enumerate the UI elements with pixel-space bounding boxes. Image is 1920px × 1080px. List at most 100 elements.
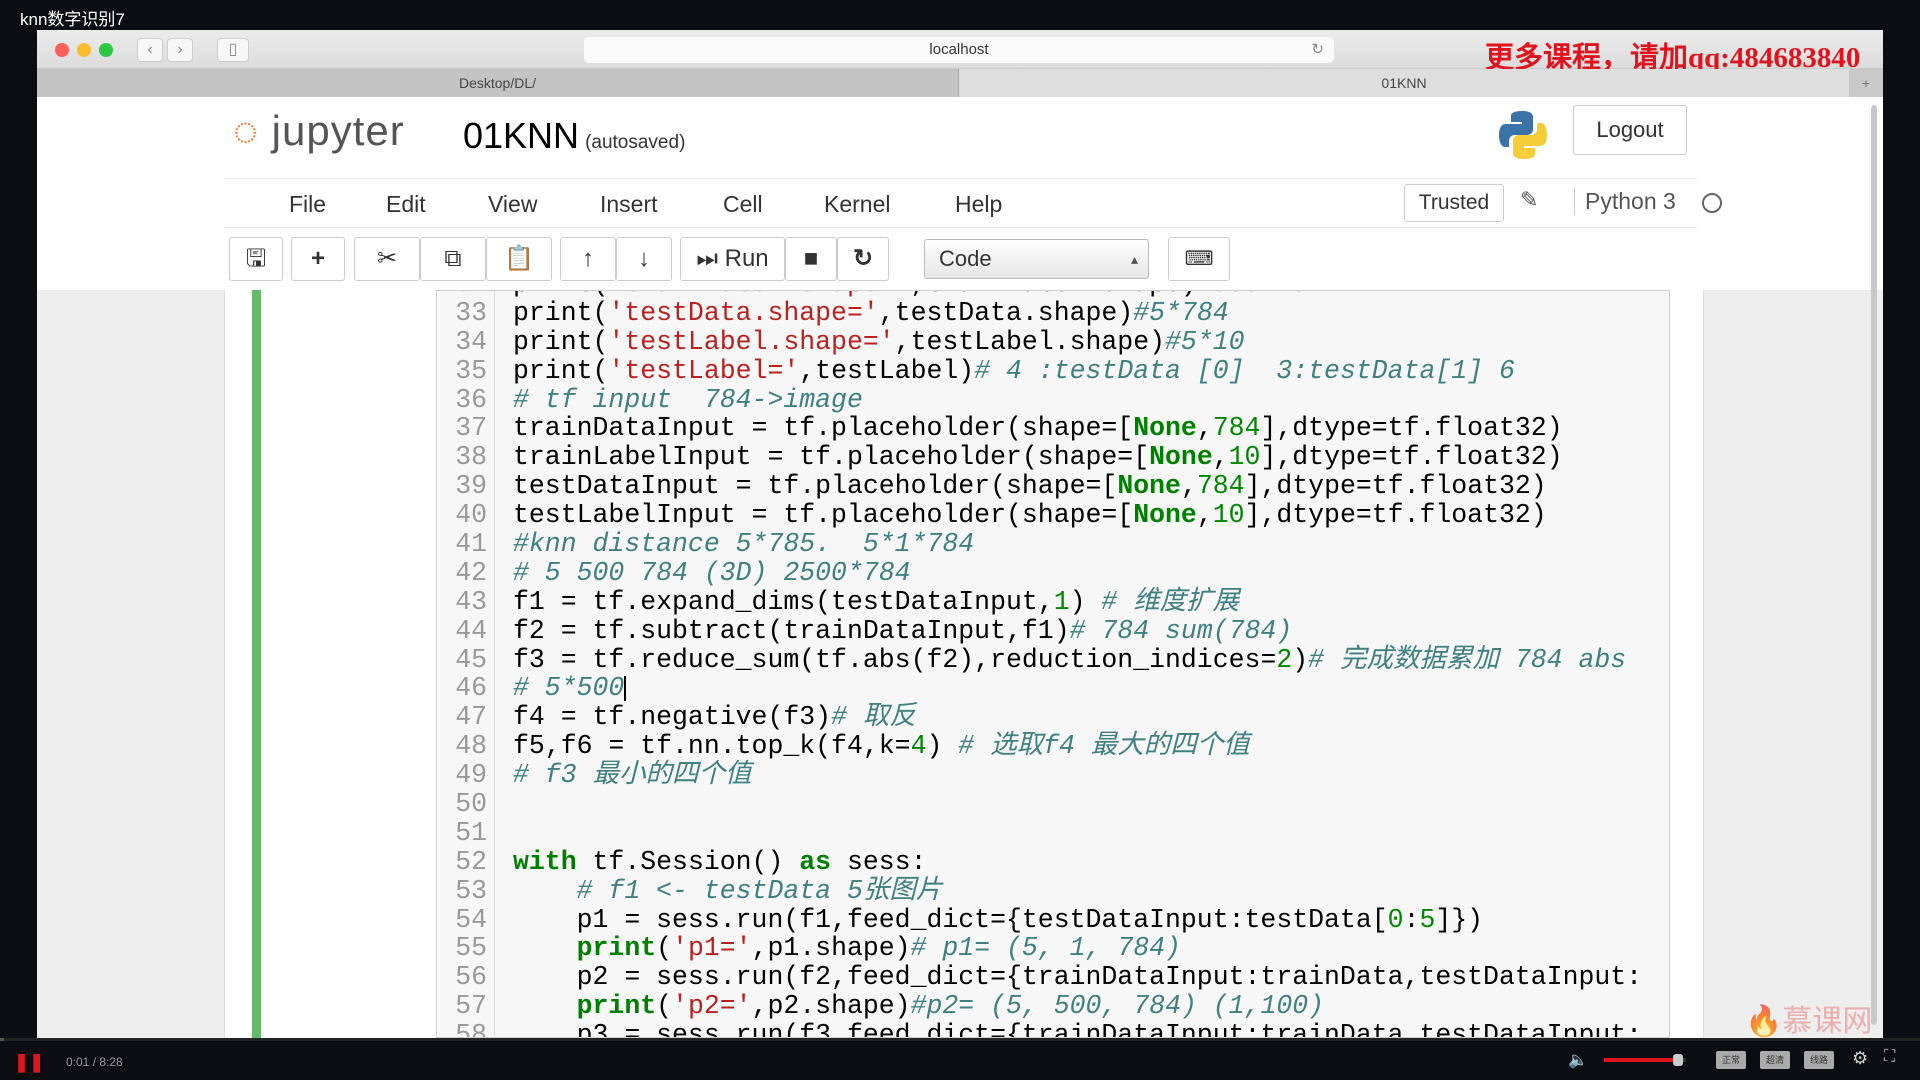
menu-help[interactable]: Help bbox=[955, 191, 1002, 218]
code-editor[interactable]: 32print('trainLabel.shape=',trainLabel.s… bbox=[436, 290, 1670, 1038]
settings-gear-icon[interactable]: ⚙ bbox=[1852, 1048, 1868, 1069]
address-bar[interactable]: localhost ↻ bbox=[584, 37, 1334, 63]
line-number: 39 bbox=[455, 471, 487, 502]
url-text: localhost bbox=[929, 41, 989, 58]
menu-kernel[interactable]: Kernel bbox=[824, 191, 890, 218]
quality-normal-button[interactable]: 正常 bbox=[1716, 1051, 1746, 1069]
back-icon[interactable]: ‹ bbox=[137, 38, 163, 62]
line-number: 38 bbox=[455, 442, 487, 473]
code-line[interactable]: 43 f1 = tf.expand_dims(testDataInput,1) #… bbox=[437, 586, 1642, 617]
code-line[interactable]: 55 print('p1=',p1.shape)# p1= (5, 1, 784… bbox=[437, 934, 1642, 963]
code-token: ) bbox=[1069, 586, 1102, 617]
maximize-window-icon[interactable] bbox=[99, 43, 113, 57]
restart-icon[interactable]: ↻ bbox=[837, 237, 889, 281]
quality-hd-button[interactable]: 超清 bbox=[1760, 1051, 1790, 1069]
tab-desktop-dl[interactable]: Desktop/DL/ bbox=[37, 69, 959, 97]
code-line[interactable]: 39 testDataInput = tf.placeholder(shape=[… bbox=[437, 472, 1642, 501]
new-tab-icon[interactable]: + bbox=[1849, 69, 1883, 97]
code-line[interactable]: 52 with tf.Session() as sess: bbox=[437, 847, 1642, 877]
pause-icon[interactable]: ❚❚ bbox=[14, 1052, 44, 1073]
code-line[interactable]: 48 f5,f6 = tf.nn.top_k(f4,k=4) # 选取f4 最大的… bbox=[437, 732, 1642, 761]
code-line[interactable]: 56 p2 = sess.run(f2,feed_dict={trainData… bbox=[437, 963, 1642, 992]
cell-type-select[interactable]: Code▴▾ bbox=[924, 239, 1149, 305]
jupyter-logo[interactable]: ◌ jupyter bbox=[233, 107, 405, 155]
video-time: 0:01 / 8:28 bbox=[66, 1055, 123, 1069]
save-icon[interactable]: 🖫 bbox=[229, 237, 283, 281]
code-line[interactable]: 46 # 5*500 bbox=[437, 674, 1642, 703]
menu-edit[interactable]: Edit bbox=[386, 191, 426, 218]
run-button[interactable]: ⏭ Run bbox=[680, 237, 785, 281]
code-line[interactable]: 49 # f3 最小的四个值 bbox=[437, 761, 1642, 790]
kernel-name[interactable]: Python 3 bbox=[1574, 188, 1676, 215]
line-number: 47 bbox=[455, 702, 487, 733]
volume-icon[interactable]: 🔈 bbox=[1568, 1050, 1588, 1070]
cut-icon[interactable]: ✂ bbox=[354, 237, 420, 281]
page-scrollbar[interactable] bbox=[1871, 105, 1877, 1025]
minimize-window-icon[interactable] bbox=[77, 43, 91, 57]
paste-icon[interactable]: 📋 bbox=[486, 237, 552, 281]
menu-insert[interactable]: Insert bbox=[600, 191, 658, 218]
code-cell[interactable]: 32print('trainLabel.shape=',trainLabel.s… bbox=[224, 290, 1704, 1038]
line-number: 40 bbox=[455, 500, 487, 531]
code-line[interactable]: 35 print('testLabel=',testLabel)# 4 :test… bbox=[437, 356, 1642, 386]
video-title: knn数字识别7 bbox=[20, 10, 125, 29]
forward-icon[interactable]: › bbox=[167, 38, 193, 62]
line-number: 42 bbox=[455, 557, 487, 588]
code-line[interactable]: 51 bbox=[437, 819, 1642, 848]
code-comment: # 784 sum(784) bbox=[1069, 615, 1293, 646]
code-line[interactable]: 38 trainLabelInput = tf.placeholder(shape… bbox=[437, 443, 1642, 472]
close-window-icon[interactable] bbox=[55, 43, 69, 57]
route-button[interactable]: 线路 bbox=[1804, 1051, 1834, 1069]
reload-icon[interactable]: ↻ bbox=[1311, 37, 1324, 63]
menu-file[interactable]: File bbox=[289, 191, 326, 218]
notebook-title[interactable]: 01KNN (autosaved) bbox=[463, 115, 685, 157]
code-line[interactable]: 50 bbox=[437, 790, 1642, 819]
volume-slider[interactable] bbox=[1604, 1054, 1686, 1066]
code-keyword: None bbox=[1133, 413, 1197, 444]
pencil-icon[interactable]: ✎ bbox=[1520, 187, 1538, 213]
line-number: 54 bbox=[455, 904, 487, 935]
sidebar-icon[interactable]: ▯ bbox=[217, 38, 249, 62]
code-line[interactable]: 37 trainDataInput = tf.placeholder(shape=… bbox=[437, 414, 1642, 443]
code-line[interactable]: 42 # 5 500 784 (3D) 2500*784 bbox=[437, 557, 1642, 588]
code-line[interactable]: 41 #knn distance 5*785. 5*1*784 bbox=[437, 530, 1642, 559]
stop-icon[interactable]: ■ bbox=[785, 237, 837, 281]
video-progress-bar[interactable] bbox=[0, 1038, 1920, 1041]
code-token: , bbox=[1180, 471, 1197, 502]
code-line[interactable]: 33 print('testData.shape=',testData.shape… bbox=[437, 298, 1642, 328]
move-down-icon[interactable]: ↓ bbox=[616, 237, 672, 281]
volume-knob[interactable] bbox=[1672, 1054, 1683, 1066]
fullscreen-icon[interactable]: ⛶ bbox=[1884, 1048, 1895, 1066]
code-line[interactable]: 53 # f1 <- testData 5张图片 bbox=[437, 875, 1642, 906]
move-up-icon[interactable]: ↑ bbox=[560, 237, 616, 281]
copy-icon[interactable]: ⧉ bbox=[420, 237, 486, 281]
browser-window: ‹ › ▯ localhost ↻ 更多课程，请加qq:484683840 Des… bbox=[37, 30, 1883, 1038]
keyboard-icon[interactable]: ⌨ bbox=[1168, 237, 1230, 281]
code-line[interactable]: 57 print('p2=',p2.shape)#p2= (5, 500, 78… bbox=[437, 992, 1642, 1021]
code-number: 4 bbox=[910, 731, 927, 762]
code-line[interactable]: 36 # tf input 784->image bbox=[437, 385, 1642, 415]
notebook-name[interactable]: 01KNN bbox=[463, 115, 579, 156]
code-line[interactable]: 47 f4 = tf.negative(f3)# 取反 bbox=[437, 703, 1642, 732]
code-text[interactable]: 32print('trainLabel.shape=',trainLabel.s… bbox=[437, 291, 1642, 1037]
code-token: p1 = sess.run(f1,feed_dict={testDataInpu… bbox=[513, 904, 1388, 935]
run-icon: ⏭ bbox=[696, 245, 718, 272]
trusted-indicator[interactable]: Trusted bbox=[1404, 184, 1504, 222]
tab-01knn[interactable]: 01KNN bbox=[959, 69, 1849, 97]
code-line[interactable]: 44 f2 = tf.subtract(trainDataInput,f1)# 7… bbox=[437, 615, 1642, 646]
code-token: ],dtype=tf.float32) bbox=[1244, 471, 1547, 502]
code-number: 784 bbox=[1212, 413, 1261, 444]
code-line[interactable]: 58 p3 = sess.run(f3,feed_dict={trainData… bbox=[437, 1021, 1642, 1037]
menu-cell[interactable]: Cell bbox=[723, 191, 763, 218]
code-line[interactable]: 54 p1 = sess.run(f1,feed_dict={testDataI… bbox=[437, 904, 1642, 935]
menu-view[interactable]: View bbox=[488, 191, 537, 218]
logout-button[interactable]: Logout bbox=[1573, 105, 1687, 155]
code-line[interactable]: 45 f3 = tf.reduce_sum(tf.abs(f2),reductio… bbox=[437, 644, 1642, 675]
line-number: 56 bbox=[455, 962, 487, 993]
line-number: 45 bbox=[455, 644, 487, 675]
code-line[interactable]: 34 print('testLabel.shape=',testLabel.sha… bbox=[437, 327, 1642, 357]
line-number: 53 bbox=[455, 875, 487, 906]
add-cell-icon[interactable]: + bbox=[291, 237, 345, 281]
jupyter-logo-icon: ◌ bbox=[233, 107, 259, 154]
code-line[interactable]: 40 testLabelInput = tf.placeholder(shape=… bbox=[437, 501, 1642, 530]
